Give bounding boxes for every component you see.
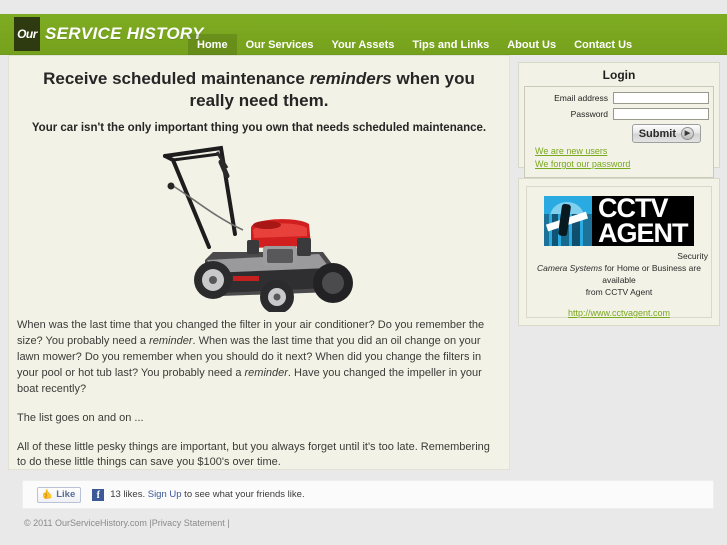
nav-item-tips-and-links[interactable]: Tips and Links bbox=[403, 34, 498, 55]
facebook-like-button[interactable]: 👍 Like bbox=[37, 486, 82, 503]
logo-badge: Our bbox=[14, 17, 40, 51]
submit-button-label: Submit bbox=[638, 127, 676, 140]
cctv-logo-line-2: AGENT bbox=[598, 218, 689, 249]
lawn-mower-image bbox=[146, 141, 372, 312]
paragraph-3: All of these little pesky things are imp… bbox=[17, 440, 490, 469]
advertisement-url-link[interactable]: http://www.cctvagent.com bbox=[568, 308, 670, 318]
ad-copy-line-3: from CCTV Agent bbox=[585, 286, 653, 297]
nav-item-about-us[interactable]: About Us bbox=[498, 34, 565, 55]
password-label: Password bbox=[570, 109, 608, 119]
submit-button[interactable]: Submit ▶ bbox=[631, 124, 701, 143]
nav-item-your-assets[interactable]: Your Assets bbox=[322, 34, 403, 55]
nav-item-contact-us[interactable]: Contact Us bbox=[565, 34, 641, 55]
email-field-row: Email address bbox=[529, 92, 709, 104]
hero-image-wrap bbox=[9, 141, 509, 312]
submit-row: Submit ▶ bbox=[529, 124, 709, 143]
cctv-camera-icon bbox=[544, 196, 592, 247]
logo-wordmark: SERVICE HISTORY bbox=[45, 24, 204, 43]
advertisement-copy: Security Camera Systems for Home or Busi… bbox=[530, 251, 708, 299]
page-headline: Receive scheduled maintenance reminders … bbox=[25, 68, 493, 113]
nav-item-home[interactable]: Home bbox=[188, 34, 237, 55]
cctv-logo-text: CCTV AGENT bbox=[592, 194, 694, 249]
facebook-like-label: Like bbox=[56, 488, 76, 500]
thumbs-up-icon: 👍 bbox=[42, 488, 54, 499]
cctv-agent-logo: CCTV AGENT bbox=[544, 194, 694, 249]
new-users-link[interactable]: We are new users bbox=[535, 145, 709, 158]
paragraph-1: When was the last time that you changed … bbox=[17, 318, 501, 398]
forgot-password-link[interactable]: We forgot our password bbox=[535, 158, 709, 171]
ad-copy-security: Security bbox=[677, 251, 708, 262]
login-links: We are new users We forgot our password bbox=[535, 145, 709, 171]
headline-emphasis: reminders bbox=[309, 69, 392, 88]
site-footer: © 2011 OurServiceHistory.com |Privacy St… bbox=[24, 518, 230, 528]
body-copy: When was the last time that you changed … bbox=[17, 318, 501, 472]
headline-text-before: Receive scheduled maintenance bbox=[43, 69, 310, 88]
page-root: Our SERVICE HISTORY Home Our Services Yo… bbox=[0, 0, 727, 545]
arrow-right-icon: ▶ bbox=[681, 127, 694, 140]
privacy-statement-link[interactable]: Privacy Statement bbox=[152, 518, 225, 528]
advertisement-inner: CCTV AGENT Security Camera Systems for H… bbox=[526, 186, 712, 318]
site-logo[interactable]: Our SERVICE HISTORY bbox=[14, 14, 204, 54]
login-box: Login Email address Password Submit ▶ We… bbox=[518, 62, 720, 179]
login-title: Login bbox=[602, 68, 636, 82]
login-form: Email address Password Submit ▶ We are n… bbox=[524, 86, 714, 179]
ad-copy-line-2: for Home or Business are available bbox=[602, 263, 701, 285]
password-input[interactable] bbox=[613, 108, 709, 120]
paragraph-2: The list goes on and on ... bbox=[17, 411, 144, 424]
page-subheadline: Your car isn't the only important thing … bbox=[31, 121, 487, 134]
p1-em-2: reminder bbox=[244, 366, 288, 379]
facebook-signup-link[interactable]: Sign Up bbox=[148, 489, 182, 500]
p1-em-1: reminder bbox=[149, 334, 193, 347]
email-label: Email address bbox=[554, 93, 608, 103]
facebook-likes-tail: to see what your friends like. bbox=[181, 489, 305, 500]
footer-tail: | bbox=[224, 518, 230, 528]
main-content-panel: Receive scheduled maintenance reminders … bbox=[8, 55, 510, 470]
main-navigation: Home Our Services Your Assets Tips and L… bbox=[188, 34, 641, 55]
facebook-likes-text: 13 likes. Sign Up to see what your frien… bbox=[110, 489, 304, 500]
facebook-likes-count: 13 likes. bbox=[110, 489, 148, 500]
footer-copyright: © 2011 OurServiceHistory.com | bbox=[24, 518, 152, 528]
facebook-like-bar: 👍 Like f 13 likes. Sign Up to see what y… bbox=[22, 480, 714, 509]
ad-copy-emphasis: Camera Systems bbox=[537, 263, 603, 274]
advertisement-box[interactable]: CCTV AGENT Security Camera Systems for H… bbox=[518, 178, 720, 326]
nav-item-our-services[interactable]: Our Services bbox=[237, 34, 323, 55]
password-field-row: Password bbox=[529, 108, 709, 120]
site-header: Our SERVICE HISTORY Home Our Services Yo… bbox=[0, 14, 727, 55]
email-input[interactable] bbox=[613, 92, 709, 104]
facebook-logo-icon: f bbox=[92, 488, 105, 501]
